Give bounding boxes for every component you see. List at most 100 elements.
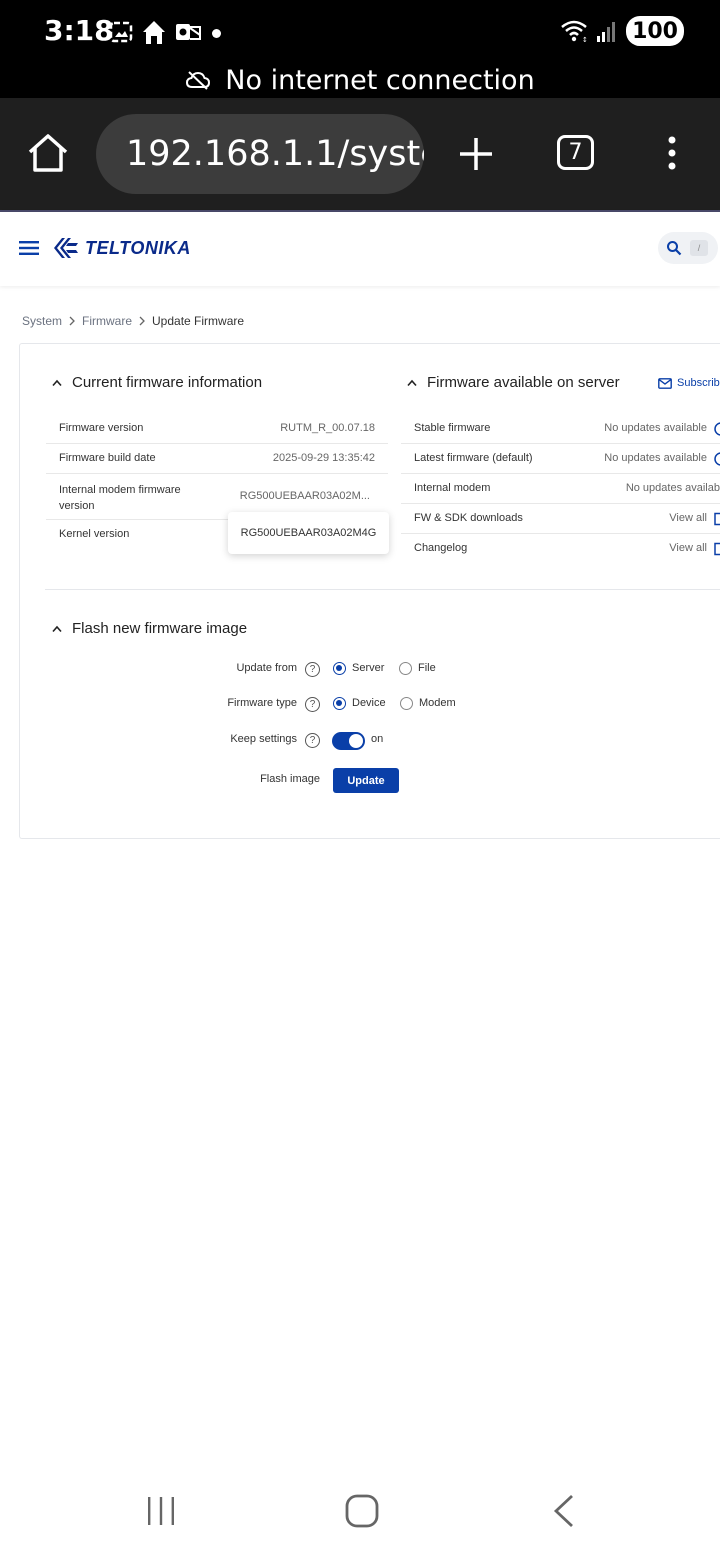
- update-from-label: Update from: [236, 662, 297, 674]
- wifi-icon: ↕: [561, 20, 588, 43]
- chevron-up-icon: [52, 379, 62, 386]
- browser-menu-button[interactable]: [664, 136, 680, 175]
- brand-name: TELTONIKA: [85, 237, 191, 258]
- teltonika-logo[interactable]: TELTONIKA: [52, 235, 191, 261]
- teltonika-logo-mark: [54, 238, 78, 258]
- keep-settings-state: on: [371, 733, 384, 745]
- home-nav-icon[interactable]: [345, 1494, 379, 1528]
- server-row-stable: Stable firmware No updates available: [401, 414, 720, 444]
- browser-home-button[interactable]: [26, 132, 70, 179]
- address-bar[interactable]: 192.168.1.1/syste: [96, 114, 424, 194]
- row-value[interactable]: View all: [669, 542, 707, 554]
- status-right: ↕ 100: [560, 16, 684, 46]
- app-header: TELTONIKA /: [0, 212, 720, 286]
- keep-settings-label: Keep settings: [230, 733, 297, 745]
- more-vert-icon: [668, 136, 676, 170]
- server-firmware-header[interactable]: Firmware available on server: [407, 374, 620, 391]
- gallery-icon: [109, 21, 133, 43]
- row-label: Stable firmware: [414, 422, 491, 434]
- svg-text:↕: ↕: [582, 36, 588, 43]
- row-label: Changelog: [414, 542, 468, 554]
- back-nav-icon[interactable]: [552, 1494, 576, 1528]
- update-button[interactable]: Update: [333, 768, 399, 793]
- row-label: FW & SDK downloads: [414, 512, 523, 524]
- info-icon[interactable]: [714, 452, 720, 466]
- status-bar: 3:18 ↕ 100: [0, 0, 720, 62]
- radio-server[interactable]: [333, 662, 346, 675]
- row-label: Latest firmware (default): [414, 452, 533, 464]
- server-row-downloads: FW & SDK downloads View all: [401, 504, 720, 534]
- current-firmware-header[interactable]: Current firmware information: [52, 374, 262, 391]
- modem-firmware-tooltip: RG500UEBAAR03A02M4G: [228, 512, 389, 554]
- row-label: Firmware version: [59, 422, 144, 434]
- info-row-build-date: Firmware build date 2025-09-29 13:35:42: [46, 444, 388, 474]
- no-internet-text: No internet connection: [225, 64, 535, 96]
- notification-dot: [212, 29, 221, 38]
- flash-firmware-header[interactable]: Flash new firmware image: [52, 620, 247, 637]
- row-value[interactable]: View all: [669, 512, 707, 524]
- radio-file[interactable]: [399, 662, 412, 675]
- tab-switcher-button[interactable]: 7: [557, 135, 594, 170]
- update-from-row: Update from ? Server File: [0, 661, 720, 681]
- info-row-firmware-version: Firmware version RUTM_R_00.07.18: [46, 414, 388, 444]
- help-icon[interactable]: ?: [305, 662, 320, 677]
- row-value: RUTM_R_00.07.18: [280, 422, 375, 434]
- keep-settings-row: Keep settings ? on: [0, 731, 720, 751]
- flash-firmware-title: Flash new firmware image: [72, 620, 248, 637]
- new-tab-button[interactable]: [456, 134, 496, 179]
- radio-modem-label[interactable]: Modem: [419, 697, 456, 709]
- breadcrumb-system[interactable]: System: [22, 314, 62, 328]
- radio-device[interactable]: [333, 697, 346, 710]
- search-button[interactable]: /: [658, 232, 718, 264]
- external-link-icon[interactable]: [714, 542, 720, 556]
- radio-server-label[interactable]: Server: [352, 662, 384, 674]
- notification-icons: [108, 18, 202, 46]
- row-value[interactable]: RG500UEBAAR03A02M...: [240, 490, 370, 502]
- no-internet-banner: No internet connection: [0, 62, 720, 98]
- row-label: Firmware build date: [59, 452, 156, 464]
- breadcrumb: System Firmware Update Firmware: [22, 314, 244, 328]
- url-text: 192.168.1.1/syste: [126, 134, 424, 174]
- system-nav-bar: [0, 1480, 720, 1560]
- recent-apps-icon[interactable]: [146, 1496, 176, 1526]
- info-icon[interactable]: [714, 422, 720, 436]
- search-shortcut-key: /: [690, 240, 708, 256]
- radio-device-label[interactable]: Device: [352, 697, 386, 709]
- row-value: No updates availab: [625, 482, 720, 494]
- breadcrumb-firmware[interactable]: Firmware: [82, 314, 132, 328]
- signal-icon: [597, 22, 616, 42]
- browser-toolbar: 192.168.1.1/syste 7: [0, 98, 720, 210]
- flash-image-label: Flash image: [260, 773, 320, 785]
- chevron-up-icon: [52, 625, 62, 632]
- row-value: No updates available: [604, 422, 707, 434]
- outlook-icon: [176, 24, 201, 40]
- radio-modem[interactable]: [400, 697, 413, 710]
- current-firmware-title: Current firmware information: [72, 374, 263, 391]
- keep-settings-toggle[interactable]: [332, 732, 365, 750]
- firmware-type-label: Firmware type: [227, 697, 297, 709]
- row-label: Kernel version: [59, 528, 130, 540]
- server-row-internal-modem: Internal modem No updates availab: [401, 474, 720, 504]
- row-value: 2025-09-29 13:35:42: [272, 452, 375, 464]
- chevron-up-icon: [407, 379, 417, 386]
- home-icon: [28, 134, 68, 172]
- subscribe-button[interactable]: Subscrib: [658, 377, 720, 389]
- cloud-off-icon: [186, 71, 211, 90]
- flash-image-row: Flash image: [0, 772, 320, 792]
- server-row-changelog: Changelog View all: [401, 534, 720, 564]
- plus-icon: [460, 138, 492, 170]
- hamburger-icon: [19, 241, 39, 255]
- chevron-right-icon: [139, 316, 145, 326]
- section-divider: [45, 589, 720, 590]
- breadcrumb-update-firmware: Update Firmware: [152, 314, 245, 328]
- help-icon[interactable]: ?: [305, 733, 320, 748]
- radio-file-label[interactable]: File: [418, 662, 436, 674]
- server-row-latest: Latest firmware (default) No updates ava…: [401, 444, 720, 474]
- menu-button[interactable]: [19, 241, 39, 260]
- external-link-icon[interactable]: [714, 512, 720, 526]
- search-icon: [667, 241, 682, 256]
- help-icon[interactable]: ?: [305, 697, 320, 712]
- row-value: No updates available: [604, 452, 707, 464]
- home-status-icon: [143, 21, 165, 44]
- row-label: Internal modem: [414, 482, 491, 494]
